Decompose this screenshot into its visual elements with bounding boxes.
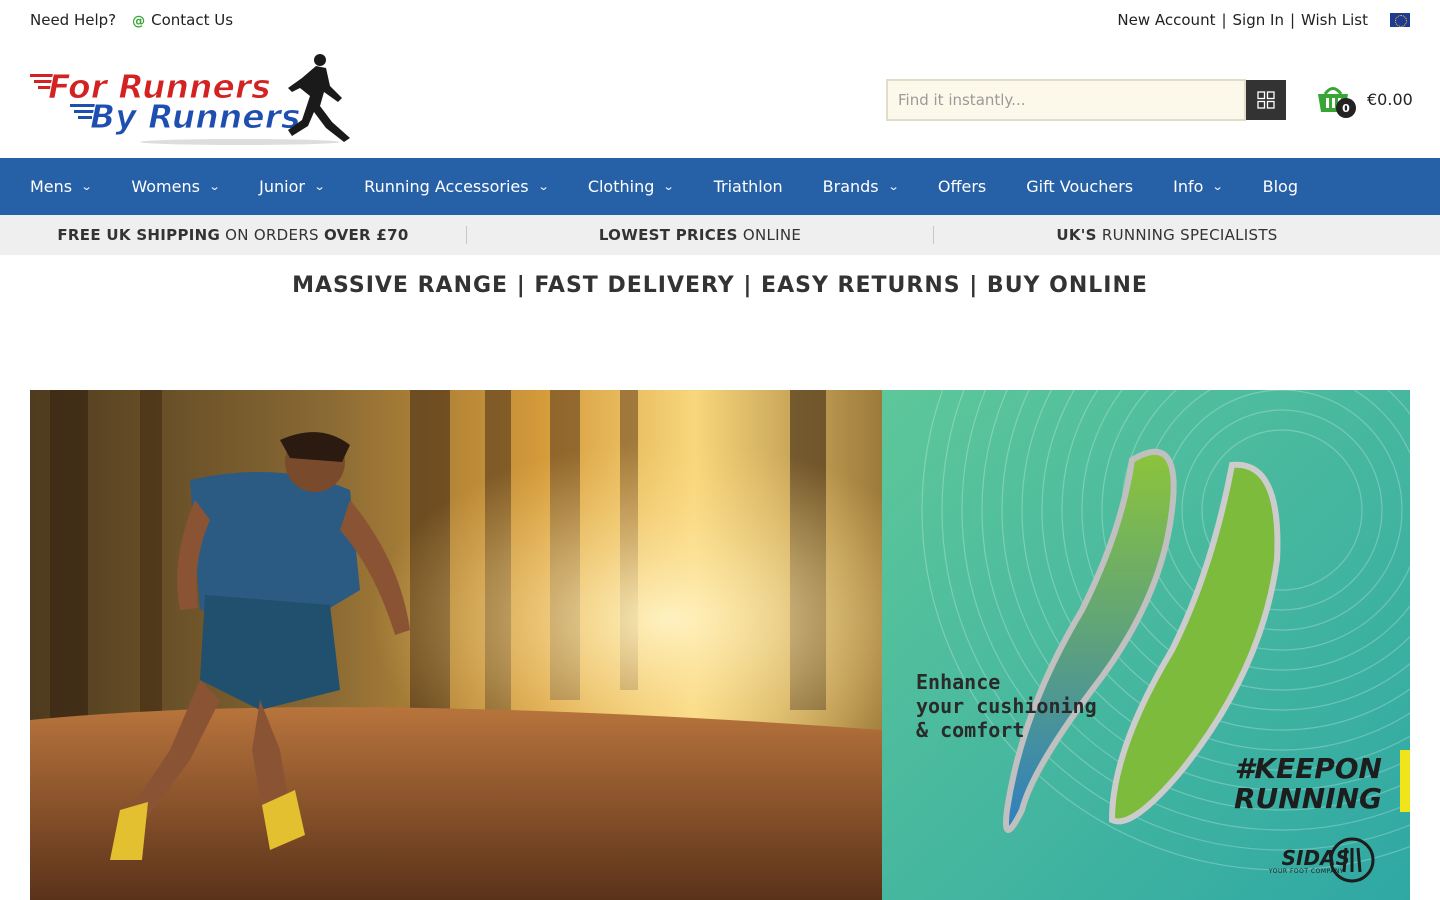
eu-flag-icon[interactable] xyxy=(1390,13,1410,27)
promo-line: Enhance xyxy=(916,670,1001,694)
chevron-down-icon: ⌄ xyxy=(80,180,93,193)
nav-item-label: Info xyxy=(1173,177,1204,196)
basket-icon: 0 xyxy=(1316,82,1356,118)
usp-free-shipping: FREE UK SHIPPING ON ORDERS OVER £70 xyxy=(0,226,466,244)
account-links: New Account | Sign In | Wish List xyxy=(1117,11,1410,29)
hero-banner-trail-runner[interactable] xyxy=(30,390,882,900)
usp-bold-text: UK'S xyxy=(1056,226,1097,244)
nav-item-info[interactable]: Info ⌄ xyxy=(1173,177,1225,196)
nav-item-clothing[interactable]: Clothing ⌄ xyxy=(587,177,675,196)
promo-copy: Enhance your cushioning & comfort xyxy=(916,670,1097,742)
nav-item-junior[interactable]: Junior ⌄ xyxy=(259,177,326,196)
nav-item-label: Gift Vouchers xyxy=(1026,177,1134,196)
usp-running-specialists: UK'S RUNNING SPECIALISTS xyxy=(934,226,1400,244)
separator: | xyxy=(1221,11,1227,29)
need-help-link[interactable]: Need Help? xyxy=(30,11,116,29)
nav-item-label: Blog xyxy=(1262,177,1298,196)
sign-in-link[interactable]: Sign In xyxy=(1233,11,1284,29)
usp-bar: FREE UK SHIPPING ON ORDERS OVER £70 LOWE… xyxy=(0,215,1440,255)
contact-us-label: Contact Us xyxy=(151,11,234,29)
cart-total: €0.00 xyxy=(1367,89,1413,109)
usp-bold-text: FREE UK SHIPPING xyxy=(57,226,221,244)
nav-item-label: Mens xyxy=(30,177,73,196)
usp-bold-text: OVER £70 xyxy=(323,226,409,244)
promo-line: your cushioning xyxy=(916,694,1097,718)
usp-lowest-prices: LOWEST PRICES ONLINE xyxy=(467,226,933,244)
promo-line: & comfort xyxy=(916,718,1025,742)
separator: | xyxy=(1289,11,1296,29)
nav-item-mens[interactable]: Mens ⌄ xyxy=(30,177,93,196)
promo-banner-sidas[interactable]: Enhance your cushioning & comfort #KEEPO… xyxy=(882,390,1410,900)
help-links: Need Help? @ Contact Us xyxy=(30,11,233,29)
nav-item-womens[interactable]: Womens ⌄ xyxy=(131,177,221,196)
nav-item-offers[interactable]: Offers xyxy=(938,177,986,196)
usp-text: ONLINE xyxy=(737,226,802,244)
chevron-down-icon: ⌄ xyxy=(313,180,326,193)
chevron-down-icon: ⌄ xyxy=(1212,180,1225,193)
keep-on-running-hashtag: #KEEPON RUNNING xyxy=(1234,754,1382,814)
search-input[interactable] xyxy=(886,79,1246,121)
main-navigation: Mens ⌄ Womens ⌄ Junior ⌄ Running Accessories ⌄ C… xyxy=(0,158,1440,215)
chevron-down-icon: ⌄ xyxy=(662,180,675,193)
nav-item-brands[interactable]: Brands ⌄ xyxy=(822,177,900,196)
top-bar: Need Help? @ Contact Us New Account | Sig… xyxy=(0,0,1440,40)
usp-text: ON ORDERS xyxy=(220,226,324,244)
sidas-logo-icon xyxy=(1329,837,1375,883)
search-button[interactable] xyxy=(1246,80,1286,120)
hashtag-line: RUNNING xyxy=(1234,782,1382,815)
usp-bold-text: LOWEST PRICES xyxy=(598,226,738,244)
contact-us-link[interactable]: @ Contact Us xyxy=(132,11,233,29)
chevron-down-icon: ⌄ xyxy=(887,180,900,193)
nav-item-triathlon[interactable]: Triathlon xyxy=(714,177,783,196)
logo-graphic: For Runners By Runners xyxy=(30,54,350,145)
grid-search-icon xyxy=(1257,91,1275,109)
search-bar xyxy=(886,79,1286,121)
nav-item-label: Offers xyxy=(937,177,987,196)
nav-item-gift-vouchers[interactable]: Gift Vouchers xyxy=(1026,177,1133,196)
chevron-down-icon: ⌄ xyxy=(537,180,550,193)
nav-item-label: Clothing xyxy=(587,177,655,196)
nav-item-running-accessories[interactable]: Running Accessories ⌄ xyxy=(364,177,550,196)
nav-item-label: Womens xyxy=(131,177,200,196)
cart-count-badge: 0 xyxy=(1336,98,1356,118)
tagline-heading: MASSIVE RANGE | FAST DELIVERY | EASY RET… xyxy=(292,273,1148,298)
nav-item-label: Brands xyxy=(822,177,879,196)
logo-line2: By Runners xyxy=(90,97,301,136)
nav-item-label: Running Accessories xyxy=(364,177,529,196)
nav-item-label: Junior xyxy=(259,177,305,196)
nav-item-blog[interactable]: Blog xyxy=(1263,177,1298,196)
at-icon: @ xyxy=(132,14,146,29)
hashtag-line: #KEEPON xyxy=(1234,752,1382,785)
new-account-link[interactable]: New Account xyxy=(1117,11,1215,29)
sidas-insoles-image xyxy=(882,390,1410,900)
trail-runner-image xyxy=(30,390,882,900)
side-tab[interactable] xyxy=(1400,750,1410,812)
wish-list-link[interactable]: Wish List xyxy=(1301,11,1368,29)
site-logo[interactable]: For Runners By Runners xyxy=(30,52,352,148)
nav-item-label: Triathlon xyxy=(713,177,783,196)
chevron-down-icon: ⌄ xyxy=(208,180,221,193)
usp-text: RUNNING SPECIALISTS xyxy=(1096,226,1278,244)
mini-cart[interactable]: 0 €0.00 xyxy=(1316,82,1413,118)
